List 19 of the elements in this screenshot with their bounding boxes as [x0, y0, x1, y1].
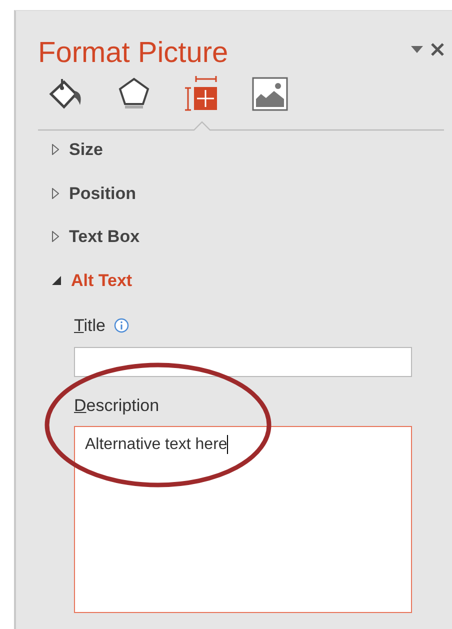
- dropdown-icon[interactable]: [411, 46, 423, 53]
- expand-triangle-icon: [52, 231, 59, 242]
- image-icon: [252, 77, 288, 111]
- section-header[interactable]: Size: [52, 137, 452, 162]
- pane-title: Format Picture: [38, 36, 228, 71]
- close-icon[interactable]: [431, 43, 444, 56]
- expand-triangle-icon: [52, 188, 59, 199]
- field-label: Title: [74, 315, 106, 337]
- section-header[interactable]: Text Box: [52, 224, 452, 250]
- section-header[interactable]: Position: [52, 180, 452, 206]
- tab[interactable]: [250, 75, 290, 113]
- title-input[interactable]: [74, 346, 412, 376]
- expand-triangle-icon: [52, 144, 59, 156]
- size-position-icon: [184, 76, 220, 112]
- info-icon[interactable]: [114, 318, 128, 334]
- collapse-triangle-icon: [52, 276, 61, 285]
- section-header[interactable]: Alt Text: [52, 268, 452, 293]
- field-label: Description: [74, 394, 160, 416]
- description-input[interactable]: Alternative text here: [74, 426, 412, 613]
